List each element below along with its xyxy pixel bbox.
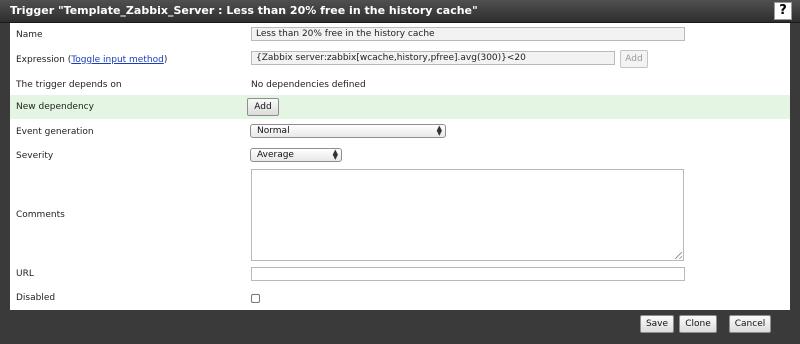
name-label: Name	[16, 30, 43, 40]
name-input[interactable]: Less than 20% free in the history cache	[251, 27, 685, 41]
url-row: URL	[10, 263, 790, 285]
comments-label: Comments	[16, 210, 65, 220]
select-arrows-icon: ▲ ▼	[332, 148, 338, 161]
expression-label-suffix: )	[163, 55, 168, 65]
comments-textarea[interactable]	[251, 169, 684, 261]
depends-on-row: The trigger depends on No dependencies d…	[10, 73, 790, 95]
event-generation-label: Event generation	[16, 127, 94, 137]
comments-row: Comments	[10, 167, 790, 263]
url-label: URL	[16, 269, 34, 279]
disabled-label: Disabled	[16, 293, 56, 303]
expression-row: Expression (Toggle input method) {Zabbix…	[10, 45, 790, 73]
disabled-row: Disabled	[10, 285, 790, 310]
help-icon[interactable]: ?	[774, 2, 792, 20]
severity-select[interactable]: Average ▲ ▼	[250, 148, 342, 162]
save-button[interactable]: Save	[640, 315, 674, 333]
resize-grip-icon[interactable]	[675, 252, 682, 259]
new-dependency-add-button[interactable]: Add	[247, 98, 279, 116]
event-generation-selected: Normal	[257, 126, 290, 136]
expression-input[interactable]: {Zabbix server:zabbix[wcache,history,pfr…	[251, 51, 615, 65]
name-row: Name Less than 20% free in the history c…	[10, 23, 790, 45]
depends-on-label: The trigger depends on	[16, 80, 122, 90]
select-arrows-icon: ▲ ▼	[436, 124, 442, 137]
disabled-checkbox[interactable]	[251, 294, 260, 303]
toggle-input-method-link[interactable]: Toggle input method	[71, 55, 164, 65]
depends-on-value: No dependencies defined	[251, 80, 366, 90]
severity-label: Severity	[16, 151, 54, 161]
url-input[interactable]	[251, 267, 685, 281]
expression-add-button[interactable]: Add	[620, 50, 648, 68]
trigger-dialog: Trigger "Template_Zabbix_Server : Less t…	[0, 0, 800, 344]
severity-selected: Average	[257, 150, 294, 160]
dialog-footer: Save Clone Cancel	[10, 311, 790, 337]
severity-row: Severity Average ▲ ▼	[10, 143, 790, 167]
expression-label: Expression (Toggle input method)	[16, 55, 167, 65]
event-generation-row: Event generation Normal ▲ ▼	[10, 119, 790, 143]
new-dependency-row: New dependency Add	[10, 95, 790, 119]
expression-label-prefix: Expression (	[16, 55, 72, 65]
event-generation-select[interactable]: Normal ▲ ▼	[250, 124, 446, 138]
cancel-button[interactable]: Cancel	[729, 315, 771, 333]
new-dependency-label: New dependency	[16, 102, 94, 112]
dialog-title: Trigger "Template_Zabbix_Server : Less t…	[10, 4, 478, 17]
dialog-titlebar: Trigger "Template_Zabbix_Server : Less t…	[0, 0, 800, 23]
trigger-form: Name Less than 20% free in the history c…	[10, 23, 790, 310]
clone-button[interactable]: Clone	[679, 315, 717, 333]
